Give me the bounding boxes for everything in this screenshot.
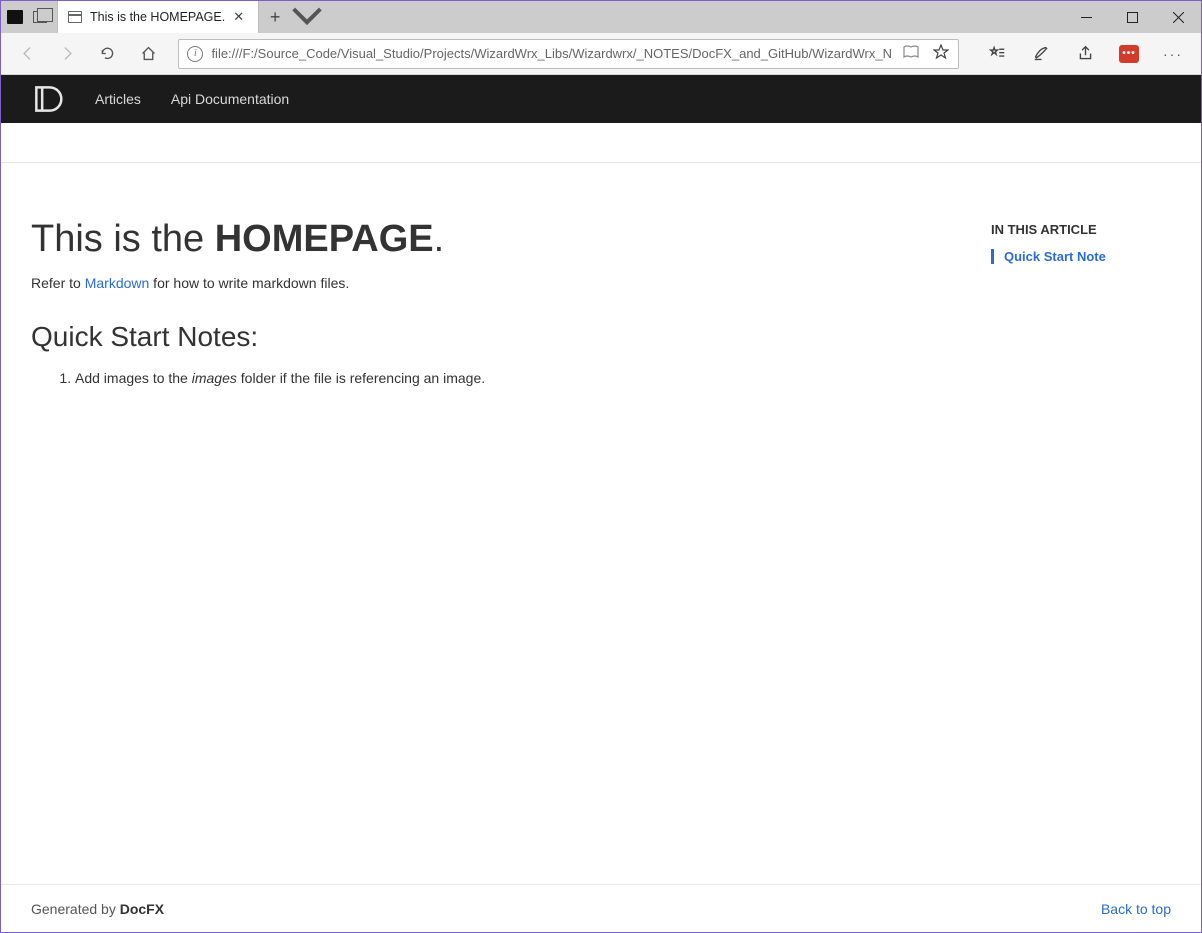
list-item: Add images to the images folder if the f…: [75, 367, 961, 389]
forward-button[interactable]: [49, 36, 85, 72]
notes-icon[interactable]: [1021, 36, 1061, 72]
nav-link-articles[interactable]: Articles: [95, 91, 141, 107]
browser-tab[interactable]: This is the HOMEPAGE. ✕: [57, 1, 259, 33]
more-icon: ···: [1163, 46, 1183, 62]
back-to-top-link[interactable]: Back to top: [1101, 901, 1171, 917]
page-title-prefix: This is the: [31, 218, 215, 260]
address-url: file:///F:/Source_Code/Visual_Studio/Pro…: [211, 46, 892, 61]
page-viewport: Articles Api Documentation This is the H…: [1, 75, 1201, 932]
page-title-bold: HOMEPAGE: [215, 218, 434, 260]
quick-start-heading: Quick Start Notes:: [31, 321, 961, 353]
nav-link-api[interactable]: Api Documentation: [171, 91, 289, 107]
page-title: This is the HOMEPAGE.: [31, 218, 961, 261]
more-menu-button[interactable]: ···: [1153, 36, 1193, 72]
note-italic: images: [192, 370, 237, 386]
lastpass-icon: •••: [1119, 45, 1139, 63]
toc-item-quick-start[interactable]: Quick Start Note: [991, 249, 1171, 264]
footer-generated-brand: DocFX: [120, 901, 164, 917]
note-after: folder if the file is referencing an ima…: [237, 370, 485, 386]
markdown-link[interactable]: Markdown: [85, 275, 150, 291]
sub-navbar: [1, 123, 1201, 163]
share-icon[interactable]: [1065, 36, 1105, 72]
note-before: Add images to the: [75, 370, 192, 386]
site-navbar: Articles Api Documentation: [1, 75, 1201, 123]
footer-generated-by: Generated by DocFX: [31, 901, 164, 917]
window-titlebar: This is the HOMEPAGE. ✕ +: [1, 1, 1201, 33]
page-icon: [68, 11, 82, 23]
docfx-logo[interactable]: [31, 84, 65, 114]
favorites-list-icon[interactable]: [977, 36, 1017, 72]
close-window-button[interactable]: [1155, 1, 1201, 33]
refresh-button[interactable]: [90, 36, 126, 72]
address-bar[interactable]: i file:///F:/Source_Code/Visual_Studio/P…: [178, 39, 959, 69]
page-title-suffix: .: [434, 218, 445, 260]
site-info-icon[interactable]: i: [187, 46, 203, 62]
page-footer: Generated by DocFX Back to top: [1, 884, 1201, 932]
quick-start-list: Add images to the images folder if the f…: [31, 367, 961, 389]
back-button[interactable]: [9, 36, 45, 72]
reading-view-icon[interactable]: [900, 45, 922, 62]
intro-before: Refer to: [31, 275, 85, 291]
intro-paragraph: Refer to Markdown for how to write markd…: [31, 275, 961, 291]
tab-title: This is the HOMEPAGE.: [90, 10, 225, 24]
main-column: This is the HOMEPAGE. Refer to Markdown …: [31, 218, 961, 864]
content-area: This is the HOMEPAGE. Refer to Markdown …: [1, 163, 1201, 884]
intro-after: for how to write markdown files.: [149, 275, 349, 291]
in-this-article-aside: IN THIS ARTICLE Quick Start Note: [991, 218, 1171, 864]
windows-group-icon: [33, 11, 47, 23]
aside-title: IN THIS ARTICLE: [991, 222, 1171, 237]
home-button[interactable]: [130, 36, 166, 72]
favorite-star-icon[interactable]: [930, 44, 952, 63]
extension-badge[interactable]: •••: [1109, 36, 1149, 72]
footer-generated-prefix: Generated by: [31, 901, 120, 917]
tab-close-button[interactable]: ✕: [233, 9, 244, 25]
app-icon: [7, 10, 23, 24]
new-tab-button[interactable]: +: [259, 1, 291, 33]
toolbar-right: ••• ···: [971, 36, 1193, 72]
tabs-dropdown-button[interactable]: [291, 1, 323, 33]
browser-toolbar: i file:///F:/Source_Code/Visual_Studio/P…: [1, 33, 1201, 75]
maximize-button[interactable]: [1109, 1, 1155, 33]
titlebar-left-icons: [1, 1, 57, 33]
window-controls: [1063, 1, 1201, 33]
minimize-button[interactable]: [1063, 1, 1109, 33]
